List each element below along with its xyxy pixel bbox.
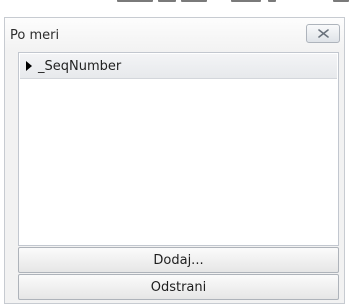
expand-arrow-icon[interactable] [26, 61, 32, 71]
list-item-label: _SeqNumber [38, 58, 122, 74]
close-button[interactable] [306, 24, 340, 43]
panel-title: Po meri [10, 28, 60, 43]
background-content-strip [60, 0, 351, 12]
remove-button[interactable]: Odstrani [18, 274, 339, 300]
add-button[interactable]: Dodaj... [18, 247, 339, 273]
field-list[interactable]: _SeqNumber [18, 52, 339, 246]
close-x-icon [317, 29, 329, 38]
panel-titlebar: Po meri [5, 18, 344, 52]
list-item[interactable]: _SeqNumber [20, 54, 337, 79]
custom-panel: Po meri _SeqNumber Dodaj... Odstrani [4, 17, 345, 304]
